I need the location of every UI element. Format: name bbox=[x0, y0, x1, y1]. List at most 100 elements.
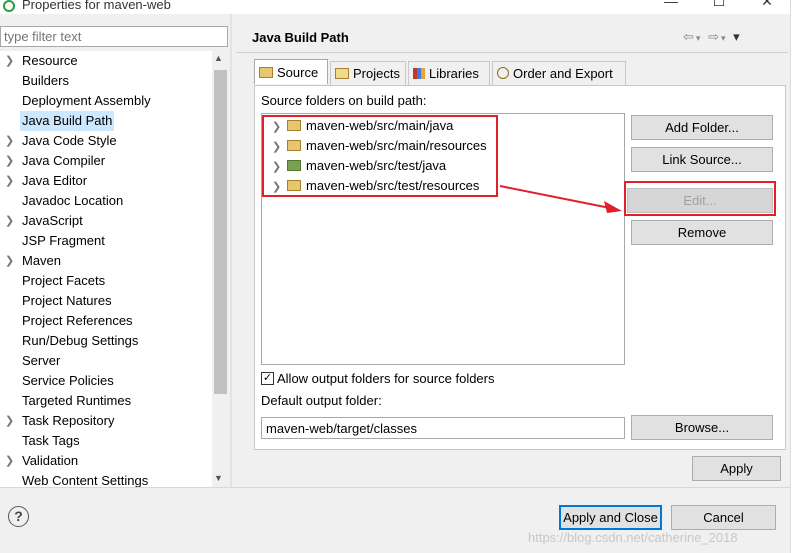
tree-item-label: Project Facets bbox=[22, 273, 106, 288]
tab-source[interactable]: Source bbox=[254, 59, 328, 84]
libraries-icon bbox=[413, 68, 425, 79]
remove-button[interactable]: Remove bbox=[631, 220, 773, 245]
property-tree: ❯ Resource Builders Deployment Assembly Java… bbox=[0, 51, 228, 487]
projects-icon bbox=[335, 68, 349, 79]
tree-item-label: Resource bbox=[22, 53, 78, 68]
chevron-right-icon[interactable]: ❯ bbox=[5, 131, 14, 151]
highlight-box-source-folders bbox=[262, 115, 498, 197]
tree-item[interactable]: Run/Debug Settings bbox=[0, 331, 212, 351]
apply-button[interactable]: Apply bbox=[692, 456, 781, 481]
tree-item-label: Java Editor bbox=[22, 173, 88, 188]
source-folder-icon bbox=[259, 67, 273, 78]
annotation-arrow bbox=[499, 185, 622, 213]
help-icon[interactable]: ? bbox=[8, 506, 29, 527]
source-folders-label: Source folders on build path: bbox=[261, 93, 427, 108]
order-export-icon bbox=[497, 67, 509, 79]
pane-divider[interactable] bbox=[230, 14, 232, 488]
tree-item[interactable]: ❯ Java Code Style bbox=[0, 131, 212, 151]
scroll-up-icon[interactable]: ▲ bbox=[214, 53, 223, 63]
add-folder-button[interactable]: Add Folder... bbox=[631, 115, 773, 140]
tree-item[interactable]: Project Natures bbox=[0, 291, 212, 311]
tree-item[interactable]: Web Content Settings bbox=[0, 471, 212, 487]
close-button[interactable]: ✕ bbox=[758, 0, 776, 10]
tree-item[interactable]: Targeted Runtimes bbox=[0, 391, 212, 411]
chevron-right-icon[interactable]: ❯ bbox=[5, 51, 14, 71]
tree-item[interactable]: Deployment Assembly bbox=[0, 91, 212, 111]
tree-item[interactable]: Service Policies bbox=[0, 371, 212, 391]
tree-item[interactable]: Project Facets bbox=[0, 271, 212, 291]
tree-item[interactable]: ❯ Java Compiler bbox=[0, 151, 212, 171]
maximize-button[interactable]: ☐ bbox=[710, 0, 728, 10]
minimize-button[interactable]: — bbox=[662, 0, 680, 10]
chevron-right-icon[interactable]: ❯ bbox=[5, 251, 14, 271]
tree-item[interactable]: Javadoc Location bbox=[0, 191, 212, 211]
tree-item[interactable]: ❯ Validation bbox=[0, 451, 212, 471]
edit-button[interactable]: Edit... bbox=[627, 188, 773, 213]
chevron-right-icon[interactable]: ❯ bbox=[5, 211, 14, 231]
tree-item-label: Web Content Settings bbox=[22, 473, 149, 487]
tab-source-label: Source bbox=[277, 65, 319, 80]
tree-item-label: Validation bbox=[22, 453, 79, 468]
back-icon[interactable]: ⇦ bbox=[683, 29, 696, 44]
tree-item-label: Deployment Assembly bbox=[22, 93, 151, 108]
tree-item[interactable]: Java Build Path bbox=[0, 111, 212, 131]
scroll-down-icon[interactable]: ▼ bbox=[214, 473, 223, 483]
tree-item[interactable]: Project References bbox=[0, 311, 212, 331]
chevron-right-icon[interactable]: ❯ bbox=[5, 151, 14, 171]
allow-output-checkbox[interactable]: ✓ bbox=[261, 372, 274, 385]
chevron-right-icon[interactable]: ❯ bbox=[5, 451, 14, 471]
bottom-separator bbox=[0, 487, 790, 488]
tree-item-label: Javadoc Location bbox=[22, 193, 124, 208]
history-nav[interactable]: ⇦▾ ⇨▾ ▾ bbox=[683, 29, 742, 45]
default-output-field[interactable] bbox=[261, 417, 625, 439]
tree-item-label: Java Build Path bbox=[20, 111, 115, 131]
forward-menu-icon[interactable]: ▾ bbox=[721, 33, 728, 43]
tab-projects[interactable]: Projects bbox=[330, 61, 406, 85]
tree-item[interactable]: Task Tags bbox=[0, 431, 212, 451]
tab-libraries-label: Libraries bbox=[429, 66, 479, 81]
watermark: https://blog.csdn.net/catherine_2018 bbox=[528, 530, 738, 545]
allow-output-label: Allow output folders for source folders bbox=[277, 371, 495, 386]
tree-item[interactable]: ❯ Task Repository bbox=[0, 411, 212, 431]
tab-libraries[interactable]: Libraries bbox=[408, 61, 490, 85]
tree-item-label: Service Policies bbox=[22, 373, 114, 388]
cancel-button[interactable]: Cancel bbox=[671, 505, 776, 530]
tree-item-label: Maven bbox=[22, 253, 62, 268]
tree-item-label: Targeted Runtimes bbox=[22, 393, 132, 408]
tree-item[interactable]: Builders bbox=[0, 71, 212, 91]
back-menu-icon[interactable]: ▾ bbox=[696, 33, 703, 43]
view-menu-icon[interactable]: ▾ bbox=[733, 29, 742, 44]
window-edge bbox=[790, 0, 806, 553]
tab-order-export[interactable]: Order and Export bbox=[492, 61, 626, 85]
link-source-button[interactable]: Link Source... bbox=[631, 147, 773, 172]
tree-item-label: JSP Fragment bbox=[22, 233, 105, 248]
tree-item-label: Builders bbox=[22, 73, 69, 88]
tree-item[interactable]: ❯ Maven bbox=[0, 251, 212, 271]
window-title: Properties for maven-web bbox=[22, 0, 171, 12]
chevron-right-icon[interactable]: ❯ bbox=[5, 171, 14, 191]
page-title: Java Build Path bbox=[252, 30, 349, 45]
tree-item-label: Project Natures bbox=[22, 293, 112, 308]
forward-icon[interactable]: ⇨ bbox=[708, 29, 721, 44]
default-output-label: Default output folder: bbox=[261, 393, 382, 408]
filter-input[interactable] bbox=[0, 26, 228, 47]
tree-item-label: Java Compiler bbox=[22, 153, 106, 168]
tree-item-label: Java Code Style bbox=[22, 133, 117, 148]
tree-item[interactable]: ❯ Resource bbox=[0, 51, 212, 71]
tree-item-label: Task Tags bbox=[22, 433, 80, 448]
tab-order-export-label: Order and Export bbox=[513, 66, 613, 81]
tree-item-label: Server bbox=[22, 353, 61, 368]
tree-item[interactable]: JSP Fragment bbox=[0, 231, 212, 251]
header-separator bbox=[236, 52, 788, 53]
apply-and-close-button[interactable]: Apply and Close bbox=[559, 505, 662, 530]
tree-item[interactable]: ❯ JavaScript bbox=[0, 211, 212, 231]
tree-item-label: JavaScript bbox=[22, 213, 83, 228]
tree-item[interactable]: Server bbox=[0, 351, 212, 371]
browse-button[interactable]: Browse... bbox=[631, 415, 773, 440]
tree-item-label: Task Repository bbox=[22, 413, 115, 428]
tree-item-label: Project References bbox=[22, 313, 133, 328]
chevron-right-icon[interactable]: ❯ bbox=[5, 411, 14, 431]
tree-item[interactable]: ❯ Java Editor bbox=[0, 171, 212, 191]
tree-item-label: Run/Debug Settings bbox=[22, 333, 139, 348]
tree-scrollbar-thumb[interactable] bbox=[214, 70, 227, 394]
